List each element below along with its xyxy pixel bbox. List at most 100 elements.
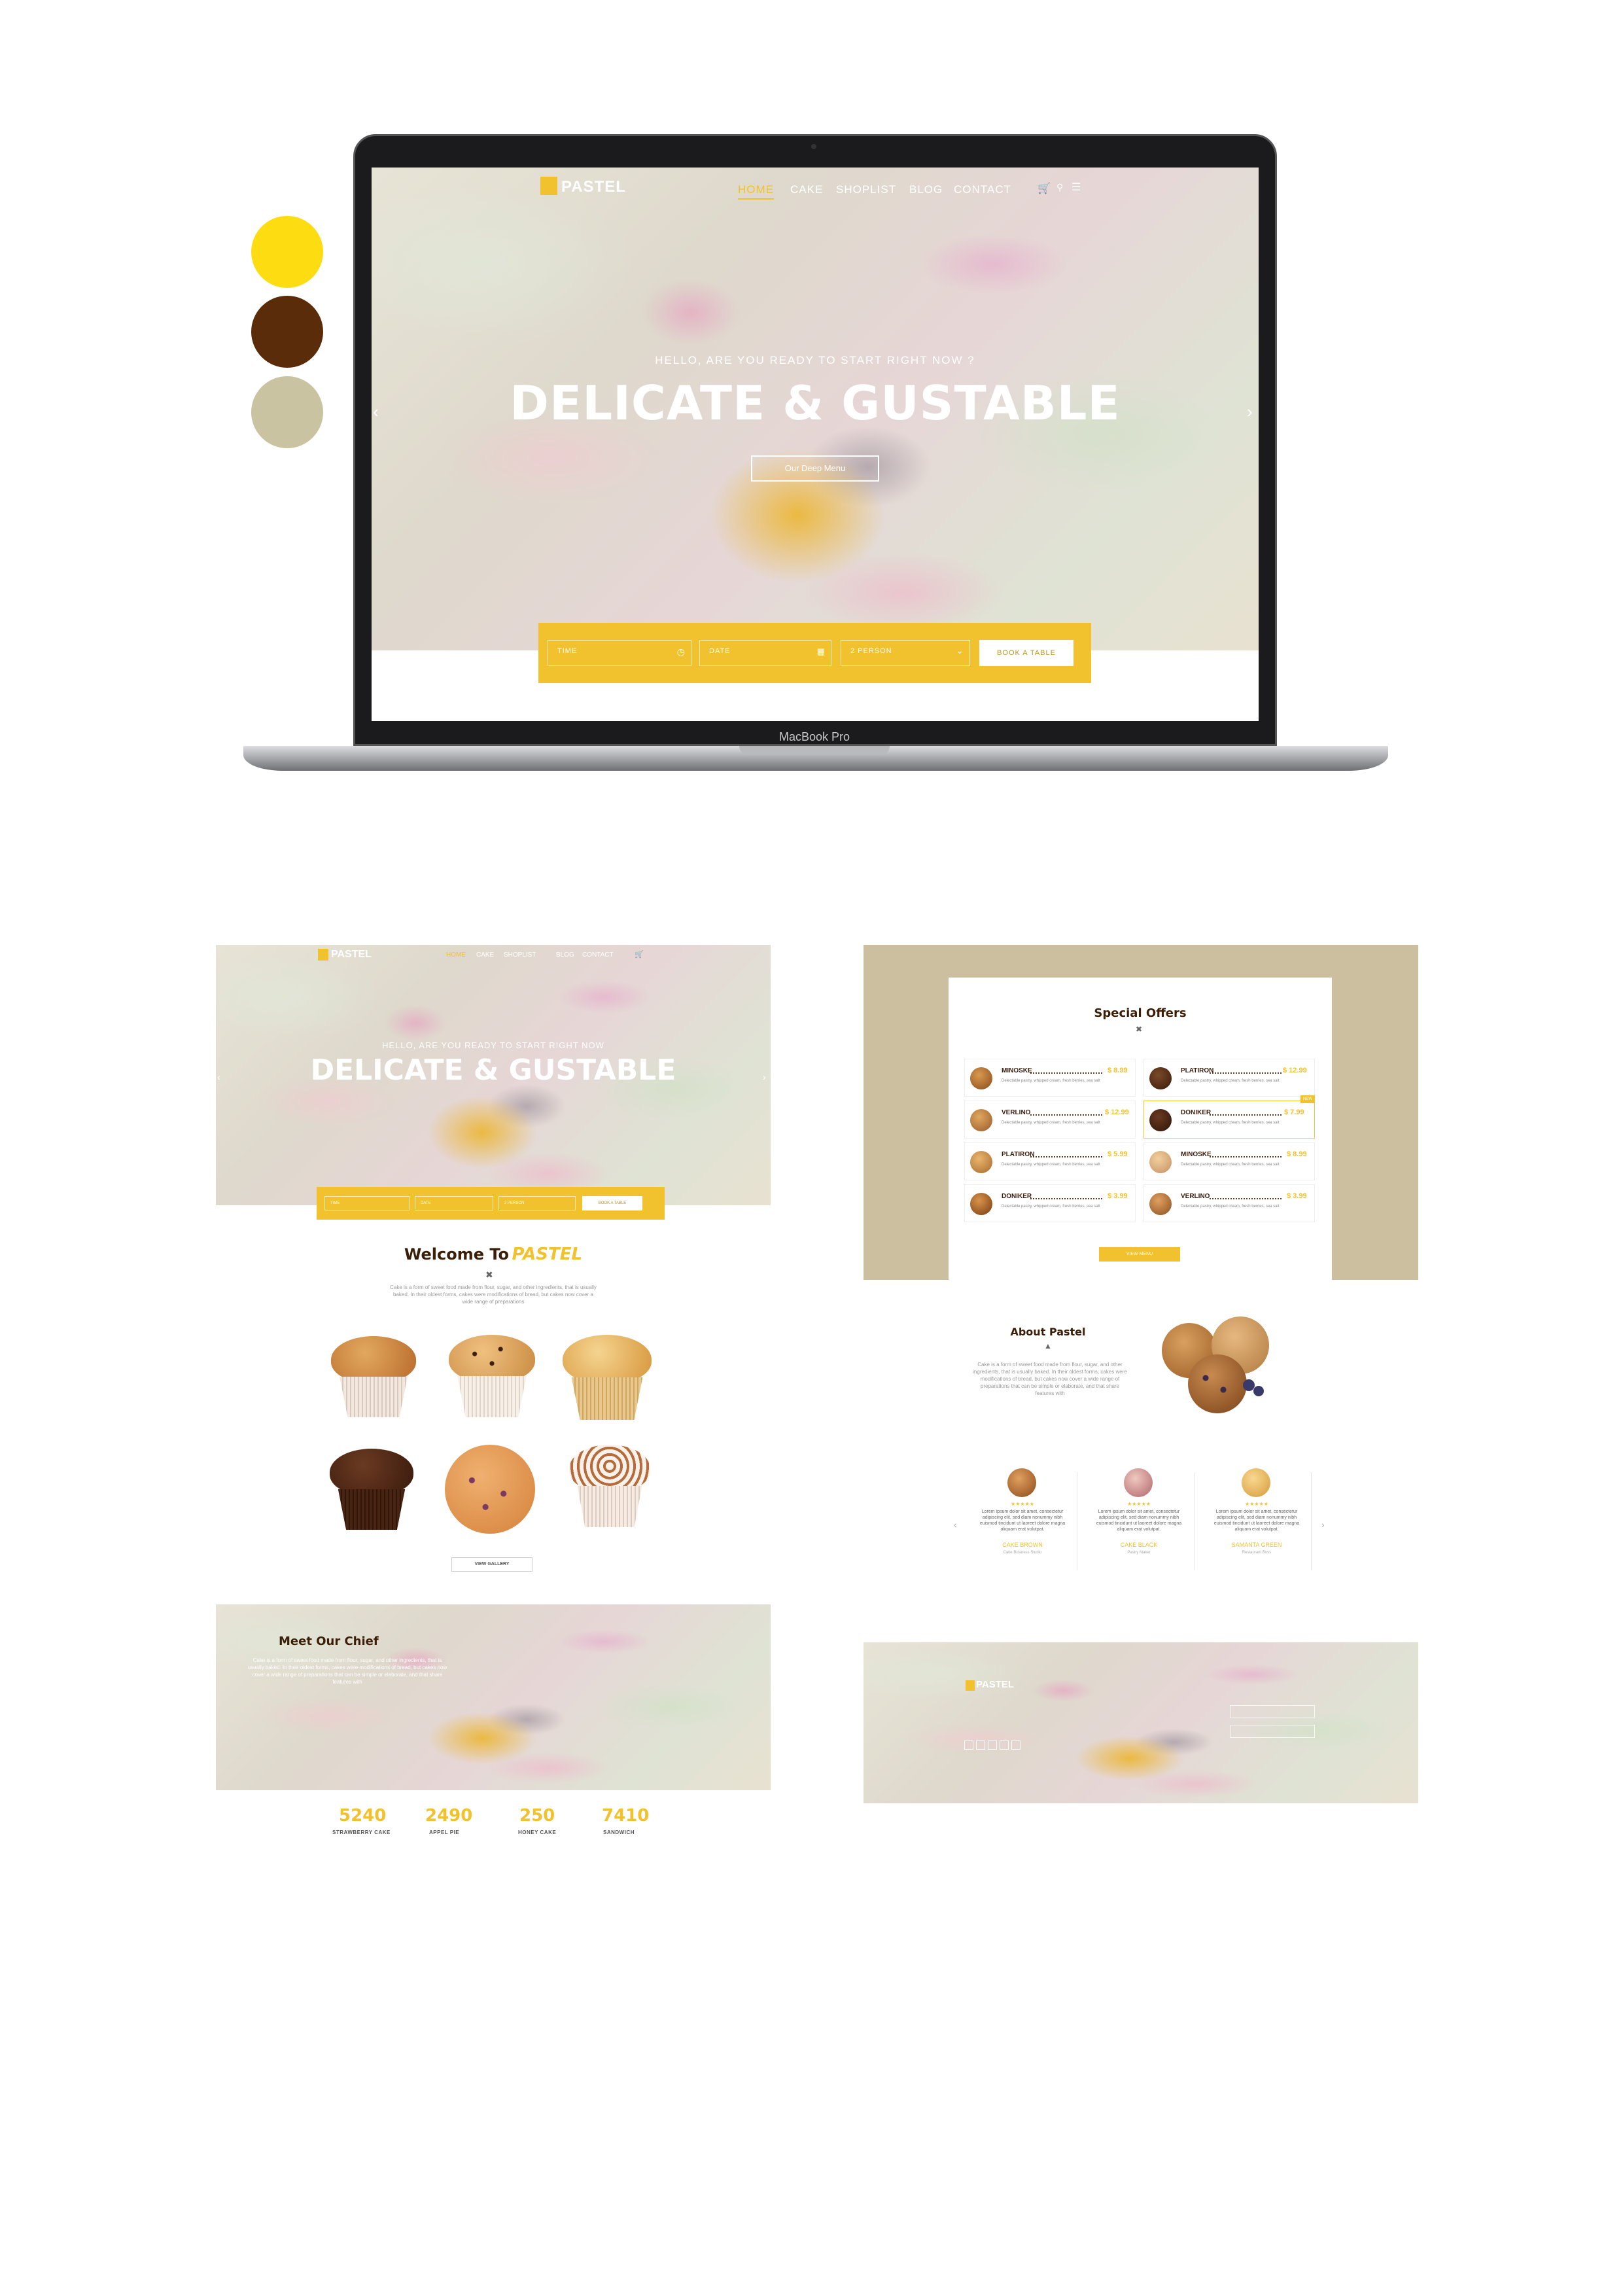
logo-square-icon — [966, 1680, 975, 1691]
laptop-brand-label: MacBook Pro — [778, 730, 850, 743]
stat-label: SANDWICH — [603, 1829, 635, 1835]
nav-shoplist[interactable]: SHOPLIST — [836, 183, 896, 196]
rating-stars: ★★★★★ — [1127, 1501, 1151, 1507]
hero-menu-button[interactable]: Our Deep Menu — [751, 455, 879, 482]
menu-icon[interactable]: ☰ — [1072, 181, 1081, 194]
social-icon[interactable] — [1011, 1740, 1021, 1750]
hero-subtitle: HELLO, ARE YOU READY TO START RIGHT NOW … — [655, 354, 975, 366]
slider-next-arrow[interactable]: › — [1247, 402, 1253, 422]
menu-item[interactable]: DONIKER $ 3.99 Delectable pastry, whippe… — [964, 1184, 1136, 1222]
time-field[interactable]: TIME — [324, 1196, 410, 1210]
booking-bar: TIME ◷ DATE ▦ 2 PERSON ⌄ BOOK A TABLE — [538, 623, 1091, 683]
menu-item[interactable]: MINOSKE $ 8.99 Delectable pastry, whippe… — [1143, 1142, 1315, 1180]
rating-stars: ★★★★★ — [1011, 1501, 1034, 1507]
chief-section: Meet Our Chief Cake is a form of sweet f… — [216, 1604, 771, 1790]
offers-card: Special Offers ✖ MINOSKE $ 8.99 Delectab… — [949, 978, 1332, 1280]
slider-next-arrow[interactable]: › — [763, 1072, 766, 1082]
menu-item[interactable]: PLATIRON $ 5.99 Delectable pastry, whipp… — [964, 1142, 1136, 1180]
offers-title: Special Offers — [1094, 1006, 1187, 1020]
testimonial-name: SAMANTA GREEN — [1231, 1542, 1282, 1548]
nav-cake[interactable]: CAKE — [476, 951, 494, 959]
slider-prev-arrow[interactable]: ‹ — [373, 402, 379, 422]
cart-icon[interactable]: 🛒 — [635, 950, 644, 959]
menu-item[interactable]: PLATIRON $ 12.99 Delectable pastry, whip… — [1143, 1059, 1315, 1097]
date-field[interactable]: DATE ▦ — [699, 640, 831, 666]
testimonial-next-arrow[interactable]: › — [1321, 1519, 1325, 1530]
nav-home[interactable]: HOME — [446, 951, 466, 959]
social-icon[interactable] — [964, 1740, 973, 1750]
left-hero: PASTEL HOME CAKE SHOPLIST BLOG CONTACT 🛒… — [216, 945, 771, 1205]
menu-item[interactable]: MINOSKE $ 8.99 Delectable pastry, whippe… — [964, 1059, 1136, 1097]
nav-blog[interactable]: BLOG — [909, 183, 943, 196]
testimonial-name: CAKE BROWN — [1002, 1542, 1043, 1548]
person-select[interactable]: 2 PERSON — [498, 1196, 576, 1210]
welcome-prefix: Welcome To — [404, 1245, 510, 1263]
fork-knife-icon: ✖ — [485, 1269, 493, 1280]
clock-icon: ◷ — [676, 646, 686, 657]
stat-value: 2490 — [425, 1806, 473, 1826]
newsletter-field[interactable] — [1230, 1705, 1315, 1718]
muffin-image — [330, 1449, 413, 1530]
stat-label: APPEL PIE — [429, 1829, 460, 1835]
chief-title: Meet Our Chief — [279, 1634, 379, 1648]
footer-logo[interactable]: PASTEL — [976, 1679, 1014, 1690]
swatch-sage — [251, 376, 323, 448]
laptop-screen: PASTEL HOME CAKE SHOPLIST BLOG CONTACT 🛒… — [372, 168, 1259, 721]
testimonial-card: ★★★★★ Lorem ipsum dolor sit amet, consec… — [973, 1460, 1072, 1572]
swatch-brown — [251, 296, 323, 368]
newsletter-field[interactable] — [1230, 1725, 1315, 1738]
avatar — [1242, 1468, 1270, 1497]
social-icon[interactable] — [1000, 1740, 1009, 1750]
calendar-icon: ▦ — [816, 646, 826, 656]
person-select[interactable]: 2 PERSON ⌄ — [841, 640, 970, 666]
cake-icon: ▲ — [1044, 1341, 1052, 1351]
logo-square-icon — [540, 177, 557, 195]
laptop-notch — [739, 746, 890, 755]
welcome-text: Cake is a form of sweet food made from f… — [390, 1284, 597, 1305]
nav-contact[interactable]: CONTACT — [582, 951, 614, 959]
logo-text: PASTEL — [561, 178, 626, 196]
hero-subtitle: HELLO, ARE YOU READY TO START RIGHT NOW — [382, 1040, 604, 1050]
left-logo[interactable]: PASTEL — [331, 949, 372, 961]
muffin-image — [331, 1336, 416, 1417]
time-field[interactable]: TIME ◷ — [548, 640, 691, 666]
menu-item[interactable]: VERLINO $ 3.99 Delectable pastry, whippe… — [1143, 1184, 1315, 1222]
stat-label: HONEY CAKE — [518, 1829, 557, 1835]
book-table-button[interactable]: BOOK A TABLE — [979, 640, 1073, 666]
view-menu-button[interactable]: VIEW MENU — [1099, 1247, 1180, 1262]
footer-section: PASTEL — [864, 1642, 1418, 1803]
muffin-image — [569, 1445, 650, 1527]
nav-blog[interactable]: BLOG — [556, 951, 574, 959]
cart-icon[interactable]: 🛒 — [1038, 182, 1051, 195]
testimonial-text: Lorem ipsum dolor sit amet, consectetur … — [1213, 1510, 1300, 1532]
nav-home[interactable]: HOME — [738, 183, 774, 200]
date-field[interactable]: DATE — [415, 1196, 493, 1210]
divider — [1311, 1472, 1312, 1570]
welcome-heading: Welcome To PASTEL — [216, 1245, 771, 1264]
testimonial-role: Pastry Maker — [1127, 1551, 1151, 1555]
left-booking-bar: TIME DATE 2 PERSON BOOK A TABLE — [317, 1187, 665, 1220]
nav-cake[interactable]: CAKE — [790, 183, 823, 196]
slider-prev-arrow[interactable]: ‹ — [217, 1072, 220, 1082]
about-title: About Pastel — [1010, 1326, 1086, 1338]
welcome-brand: PASTEL — [512, 1245, 583, 1264]
about-text: Cake is a form of sweet food made from f… — [973, 1362, 1127, 1396]
search-icon[interactable]: ⚲ — [1056, 182, 1063, 193]
swatch-yellow — [251, 216, 323, 288]
hero-title: DELICATE & GUSTABLE — [510, 376, 1121, 431]
menu-item[interactable]: VERLINO $ 12.99 Delectable pastry, whipp… — [964, 1101, 1136, 1139]
book-table-button[interactable]: BOOK A TABLE — [582, 1196, 642, 1210]
social-icon[interactable] — [976, 1740, 985, 1750]
view-gallery-button[interactable]: VIEW GALLERY — [451, 1557, 532, 1572]
menu-item[interactable]: DONIKER $ 7.99 Delectable pastry, whippe… — [1143, 1101, 1315, 1139]
stat-value: 5240 — [339, 1806, 387, 1826]
social-icon[interactable] — [988, 1740, 997, 1750]
nav-contact[interactable]: CONTACT — [954, 183, 1011, 196]
laptop-camera — [811, 144, 816, 149]
testimonial-text: Lorem ipsum dolor sit amet, consectetur … — [979, 1510, 1066, 1532]
stat-value: 7410 — [602, 1806, 650, 1826]
testimonial-card: ★★★★★ Lorem ipsum dolor sit amet, consec… — [1208, 1460, 1306, 1572]
stat-value: 250 — [519, 1806, 555, 1826]
nav-shoplist[interactable]: SHOPLIST — [504, 951, 536, 959]
testimonial-prev-arrow[interactable]: ‹ — [954, 1519, 957, 1530]
